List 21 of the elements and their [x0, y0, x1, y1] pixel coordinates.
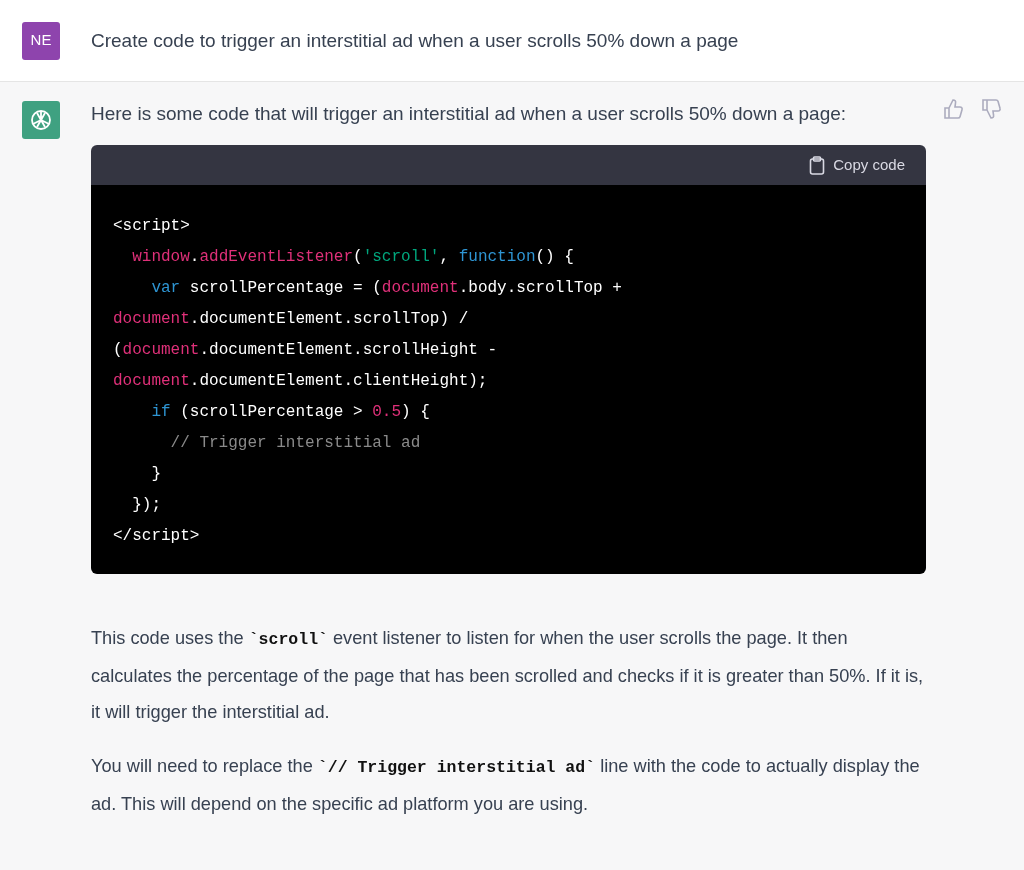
code-line: window.addEventListener('scroll', function() { [131, 247, 575, 268]
code-line: document.documentElement.clientHeight); [113, 371, 489, 392]
paragraph: You will need to replace the `// Trigger interstitial ad` line with the code to actually display the ad. This will depend on the specific ad platform you are using. [91, 755, 921, 816]
clipboard-icon [809, 155, 826, 175]
code-line: <script> [113, 216, 191, 237]
thumbs-down-icon[interactable] [980, 98, 1002, 120]
code-line: var scrollPercentage = (document.body.scrollTop + [150, 278, 623, 299]
thumbs-up-icon[interactable] [942, 98, 964, 120]
code-line: document.documentElement.scrollTop) / [113, 309, 470, 330]
paragraph: This code uses the `scroll` event listener to listen for when the user scrolls the page. It then calculates the percentage of the page that has been scrolled and checks if it is greater than 50%. If it is, it will trigger the interstitial ad. [91, 627, 925, 724]
code-line: if (scrollPercentage > 0.5) { [150, 402, 431, 423]
code-line: // Trigger interstitial ad [169, 433, 422, 454]
copy-code-button[interactable]: Copy code [809, 153, 905, 177]
code-line: </script> [113, 526, 201, 547]
user-message: Create code to trigger an interstitial ad when a user scrolls 50% down a page [91, 28, 739, 53]
assistant-message: Here is some code that will trigger an interstitial ad when a user scrolls 50% down a page: [91, 102, 848, 126]
code-line: } [150, 464, 162, 485]
code-line: (document.documentElement.scrollHeight - [113, 340, 499, 361]
user-avatar: NE [22, 21, 60, 60]
code-line: }); [131, 495, 162, 516]
assistant-avatar [22, 101, 60, 139]
